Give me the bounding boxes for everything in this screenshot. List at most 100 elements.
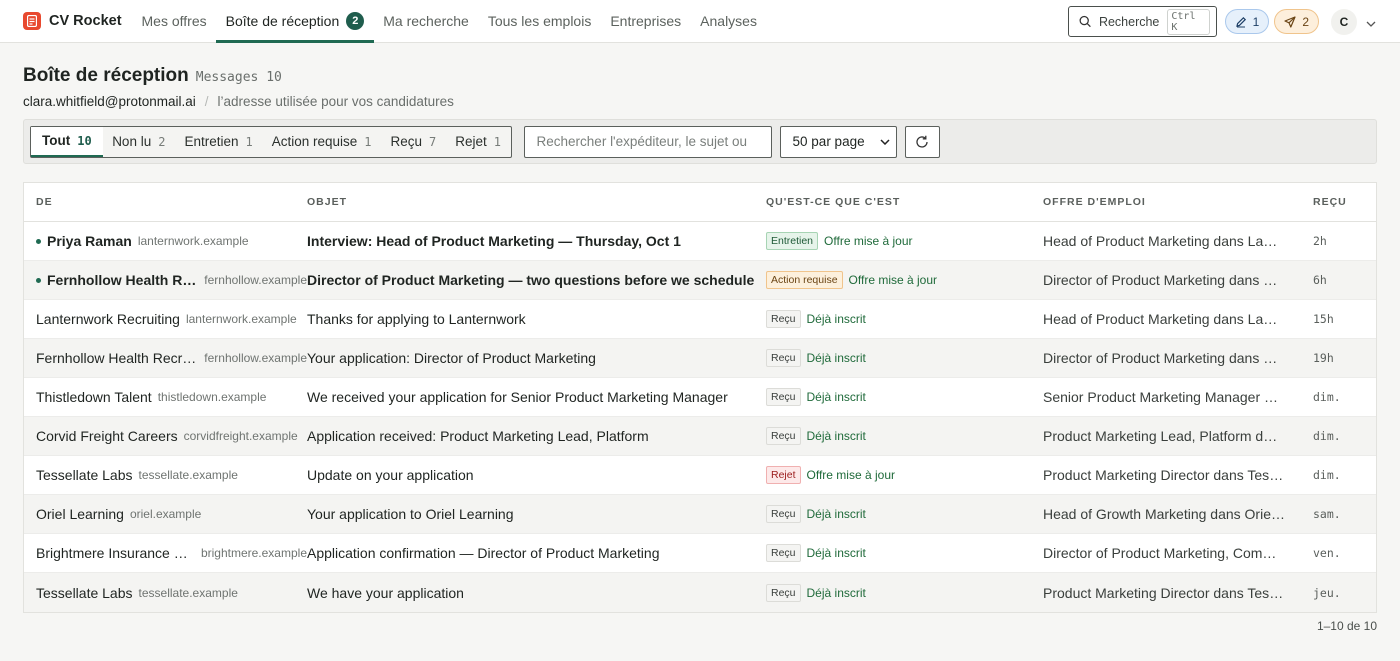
category-badge: Rejet — [766, 466, 801, 484]
nav-tab-tous-les-emplois[interactable]: Tous les emplois — [478, 0, 601, 42]
sender-domain: tessellate.example — [138, 585, 238, 600]
sender-domain: fernhollow.example — [204, 273, 307, 287]
nav-tab-entreprises[interactable]: Entreprises — [601, 0, 691, 42]
user-avatar[interactable]: C — [1331, 8, 1357, 35]
job-offer[interactable]: Director of Product Marketing dans Fernh… — [1043, 272, 1313, 288]
from-cell: Fernhollow Health Recruiting fernhollow.e… — [24, 350, 307, 366]
filter-tab-action-requise[interactable]: Action requise 1 — [262, 127, 381, 157]
status-text: Déjà inscrit — [806, 585, 866, 600]
job-offer[interactable]: Product Marketing Director dans Tessella… — [1043, 585, 1313, 601]
filter-bar: Tout 10 Non lu 2 Entretien 1 Action requise… — [23, 119, 1377, 164]
job-offer[interactable]: Director of Product Marketing dans Fernh… — [1043, 350, 1313, 366]
job-offer[interactable]: Product Marketing Director dans Tessella… — [1043, 467, 1313, 483]
job-offer[interactable]: Director of Product Marketing, Commercia… — [1043, 545, 1313, 561]
pagination-summary: 1–10 de 10 — [1316, 619, 1377, 633]
table-row[interactable]: Brightmere Insurance Careers brightmere.e… — [24, 534, 1376, 573]
message-search-input[interactable] — [523, 125, 772, 158]
filter-tab-label: Rejet — [455, 134, 487, 149]
status-text: Offre mise à jour — [824, 234, 913, 248]
category-cell: Reçu Déjà inscrit — [766, 310, 1043, 328]
received-time: dim. — [1313, 468, 1341, 482]
subject: Application confirmation — Director of P… — [307, 545, 660, 561]
sender-name: Oriel Learning — [36, 506, 124, 522]
category-badge: Reçu — [766, 583, 801, 602]
table-row[interactable]: Fernhollow Health Recruiting fernhollow.e… — [24, 339, 1376, 378]
job-offer[interactable]: Senior Product Marketing Manager dans Th… — [1043, 389, 1313, 405]
pencil-icon — [1235, 16, 1246, 27]
table-row[interactable]: Priya Raman lanternwork.example Interview:… — [24, 222, 1376, 261]
unread-dot-icon — [36, 277, 41, 283]
status-text: Offre mise à jour — [806, 468, 895, 482]
category-filter-tabs: Tout 10 Non lu 2 Entretien 1 Action requise… — [30, 125, 512, 158]
column-header-received[interactable]: REÇU — [1313, 196, 1376, 208]
received-time: 2h — [1313, 234, 1327, 248]
email-note: l’adresse utilisée pour vos candidatures — [217, 94, 454, 109]
chevron-down-icon[interactable] — [1366, 14, 1376, 30]
category-cell: Reçu Déjà inscrit — [766, 583, 1043, 602]
sent-pill[interactable]: 2 — [1274, 9, 1319, 34]
table-row[interactable]: Fernhollow Health Recruiting fernhollow.e… — [24, 261, 1376, 300]
sender-name: Tessellate Labs — [36, 467, 133, 483]
column-header-job[interactable]: OFFRE D'EMPLOI — [1043, 196, 1313, 208]
refresh-button[interactable] — [904, 125, 940, 158]
filter-tab-label: Tout — [42, 133, 71, 148]
filter-tab-non-lu[interactable]: Non lu 2 — [103, 127, 175, 157]
from-cell: Brightmere Insurance Careers brightmere.e… — [24, 545, 307, 561]
drafts-pill[interactable]: 1 — [1224, 9, 1270, 34]
sender-name: Fernhollow Health Recruiting — [36, 350, 199, 366]
category-cell: Reçu Déjà inscrit — [766, 427, 1043, 445]
column-header-from[interactable]: DE — [24, 196, 307, 208]
send-icon — [1284, 15, 1296, 28]
category-badge: Entretien — [766, 232, 819, 250]
category-badge: Reçu — [766, 388, 801, 406]
global-search-button[interactable]: Recherche Ctrl K — [1067, 6, 1217, 37]
category-cell: Reçu Déjà inscrit — [766, 388, 1043, 406]
filter-tab-label: Reçu — [390, 134, 423, 149]
filter-tab-count: 1 — [493, 134, 502, 149]
category-cell: Entretien Offre mise à jour — [766, 232, 1043, 250]
table-row[interactable]: Corvid Freight Careers corvidfreight.exam… — [24, 417, 1376, 456]
nav-tab-inbox[interactable]: Boîte de réception 2 — [216, 0, 374, 43]
nav-tab-mes-offres[interactable]: Mes offres — [132, 0, 216, 42]
job-offer[interactable]: Head of Growth Marketing dans Oriel Lear… — [1043, 506, 1313, 522]
filter-tab-label: Action requise — [271, 134, 358, 149]
sender-domain: fernhollow.example — [204, 351, 307, 365]
table-row[interactable]: Tessellate Labs tessellate.example Update … — [24, 456, 1376, 495]
category-badge: Reçu — [766, 310, 801, 328]
from-cell: Tessellate Labs tessellate.example — [24, 585, 307, 601]
table-row[interactable]: Thistledown Talent thistledown.example We … — [24, 378, 1376, 417]
category-badge: Action requise — [766, 271, 843, 289]
sender-domain: oriel.example — [129, 507, 202, 521]
table-row[interactable]: Tessellate Labs tessellate.example We have… — [24, 573, 1376, 612]
sender-name: Thistledown Talent — [36, 389, 152, 405]
top-right-actions: Recherche Ctrl K 1 2 C — [1067, 6, 1376, 37]
per-page-select[interactable]: 50 par page — [779, 125, 897, 158]
filter-tab-rejet[interactable]: Rejet 1 — [446, 127, 511, 157]
search-label: Recherche — [1098, 14, 1160, 29]
page-header: Boîte de réception Messages 10 clara.whi… — [0, 43, 1400, 109]
job-offer[interactable]: Head of Product Marketing dans Lanternwo… — [1043, 233, 1313, 249]
sent-count: 2 — [1302, 14, 1309, 29]
subject: Your application to Oriel Learning — [307, 506, 514, 522]
filter-tab-recu[interactable]: Reçu 7 — [381, 127, 446, 157]
nav-tab-ma-recherche[interactable]: Ma recherche — [374, 0, 479, 42]
column-header-subject[interactable]: OBJET — [307, 196, 766, 208]
received-time: 15h — [1313, 312, 1334, 326]
job-offer[interactable]: Head of Product Marketing dans Lanternwo… — [1043, 311, 1313, 327]
filter-tab-tout[interactable]: Tout 10 — [31, 126, 103, 157]
filter-tab-count: 10 — [77, 133, 92, 148]
nav-tab-analyses[interactable]: Analyses — [691, 0, 767, 42]
brand[interactable]: CV Rocket — [0, 0, 130, 42]
filter-tab-count: 7 — [429, 134, 437, 149]
column-header-category[interactable]: QU'EST-CE QUE C'EST — [766, 196, 1043, 208]
filter-tab-entretien[interactable]: Entretien 1 — [175, 127, 262, 157]
category-cell: Reçu Déjà inscrit — [766, 544, 1043, 562]
status-text: Déjà inscrit — [806, 507, 866, 521]
job-offer[interactable]: Product Marketing Lead, Platform dans Co… — [1043, 428, 1313, 444]
nav-tab-label: Tous les emplois — [487, 13, 592, 29]
filter-tab-label: Non lu — [112, 134, 152, 149]
table-row[interactable]: Lanternwork Recruiting lanternwork.exampl… — [24, 300, 1376, 339]
sender-domain: lanternwork.example — [137, 234, 249, 248]
subject: We have your application — [307, 584, 464, 601]
table-row[interactable]: Oriel Learning oriel.example Your applicat… — [24, 495, 1376, 534]
